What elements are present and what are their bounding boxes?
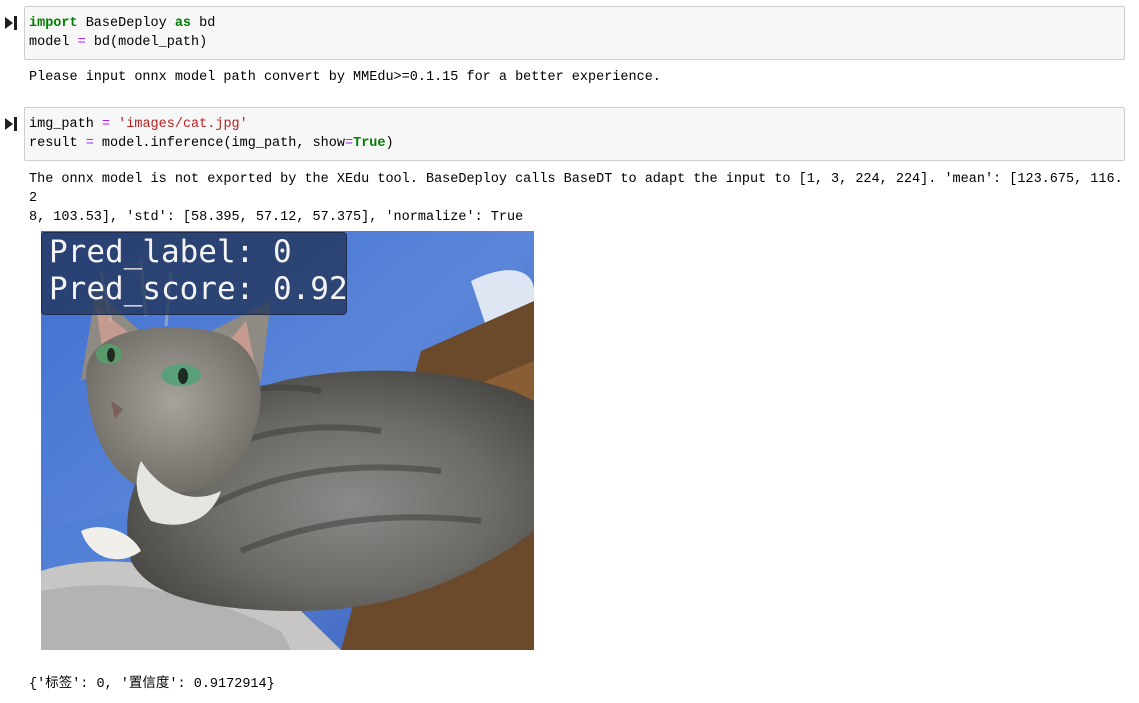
- code-token: result: [29, 136, 86, 151]
- operator: =: [101, 117, 111, 132]
- run-cell-icon[interactable]: [5, 15, 19, 31]
- keyword: import: [29, 16, 78, 31]
- code-token: ): [385, 136, 394, 151]
- keyword: True: [353, 136, 386, 151]
- code-token: bd: [191, 16, 216, 31]
- output-line-1: The onnx model is not exported by the XE…: [29, 172, 1123, 206]
- output-line-2: 8, 103.53], 'std': [58.395, 57.12, 57.37…: [29, 210, 524, 225]
- operator: =: [344, 136, 354, 151]
- code-token: model: [29, 35, 78, 50]
- pred-label-text: Pred_label: 0: [49, 234, 292, 270]
- code-line-1: img_path = 'images/cat.jpg': [29, 117, 248, 132]
- code-token: model.inference(img_path, show: [93, 136, 345, 151]
- cell-2-output: The onnx model is not exported by the XE…: [29, 170, 1125, 227]
- string-literal: 'images/cat.jpg': [118, 117, 248, 132]
- code-token: BaseDeploy: [77, 16, 175, 31]
- result-output: {'标签': 0, '置信度': 0.9172914}: [29, 677, 275, 692]
- code-line-2: result = model.inference(img_path, show=…: [29, 136, 394, 151]
- pred-score-text: Pred_score: 0.92: [49, 271, 348, 307]
- keyword: as: [174, 16, 192, 31]
- code-line-2: model = bd(model_path): [29, 35, 207, 50]
- code-cell-1-input[interactable]: import BaseDeploy as bd model = bd(model…: [24, 6, 1125, 60]
- code-cell-2-input[interactable]: img_path = 'images/cat.jpg' result = mod…: [24, 107, 1125, 161]
- code-token: bd(model_path): [85, 35, 208, 50]
- code-token: img_path: [29, 117, 102, 132]
- run-cell-icon[interactable]: [5, 116, 19, 132]
- code-line-1: import BaseDeploy as bd: [29, 16, 215, 31]
- operator: =: [85, 136, 94, 151]
- cell-1-output: Please input onnx model path convert by …: [29, 70, 661, 85]
- operator: =: [77, 35, 86, 50]
